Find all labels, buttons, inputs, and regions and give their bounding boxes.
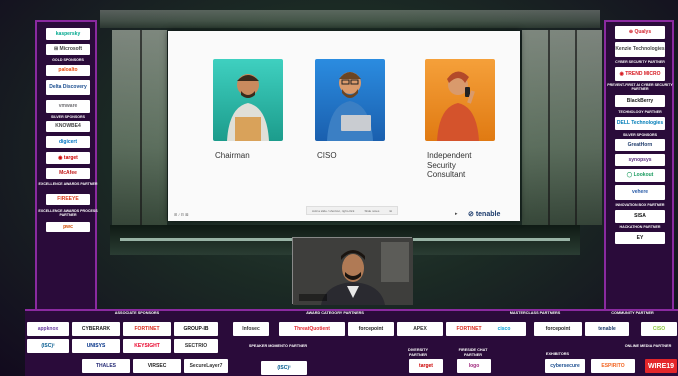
right-panel-section-label: TECHNOLOGY PARTNER (618, 110, 662, 114)
right-panel-logo[interactable]: synopsys (615, 154, 665, 166)
bottom-bar-logo[interactable]: (ISC)² (261, 361, 307, 375)
left-panel-logo[interactable]: digicert (46, 136, 90, 148)
role-label-ciso: CISO (317, 151, 337, 160)
bottom-bar-section-label: DIVERSITY PARTNER (407, 348, 429, 357)
bottom-bar-logo[interactable]: logo (457, 359, 491, 373)
ciso-avatar-icon (327, 72, 373, 141)
bottom-bar-section-label: SPEAKER MOMENTO PARTNER (248, 344, 308, 348)
right-panel-logo[interactable]: ◯ Lookout (615, 169, 665, 182)
bottom-bar-logo[interactable]: (ISC)² (27, 339, 69, 353)
bottom-bar-logo[interactable]: Infosec (233, 322, 269, 336)
left-panel-logo[interactable]: vmware (46, 100, 90, 113)
right-panel-logo[interactable]: ◉ TREND MICRO (615, 67, 665, 81)
right-panel-logo[interactable]: ⊕ Qualys (615, 26, 665, 39)
bottom-bar-logo[interactable]: KEYSIGHT (123, 339, 171, 353)
bottom-bar-logo[interactable]: UNISYS (72, 339, 120, 353)
virtual-event-stage: kaspersky ⊞ Microsoft GOLD SPONSORS paloalt… (0, 0, 678, 376)
window-mullion (575, 30, 577, 225)
bottom-bar-logo[interactable]: THALES (82, 359, 130, 373)
left-panel-section-label: SILVER SPONSORS (50, 115, 86, 119)
left-panel-logo[interactable]: paloalto (46, 65, 90, 76)
bottom-bar-section-label: AWARD CATEGORY PARTNERS (306, 311, 364, 315)
bottom-bar-section-label: ONLINE MEDIA PARTNER (624, 344, 672, 348)
background-window (100, 10, 600, 28)
bottom-bar-logo[interactable]: ThreatQuotient (279, 322, 345, 336)
bottom-bar-logo[interactable]: VIRSEC (133, 359, 181, 373)
bottom-bar-section-label: FIRESIDE CHAT PARTNER (458, 348, 488, 357)
bottom-bar-section-label: EXHIBITORS (545, 352, 570, 356)
bottom-bar-logo[interactable]: appknox (27, 322, 69, 336)
bottom-bar-logo[interactable]: SecureLayer7 (184, 359, 228, 373)
bottom-bar-logo[interactable]: SECTRIO (174, 339, 218, 353)
bottom-bar-logo[interactable]: tenable (585, 322, 629, 336)
right-panel-logo[interactable]: EY (615, 232, 665, 244)
right-panel-section-label: CYBER SECURITY PARTNER (615, 60, 665, 64)
slide-toolbar-notes[interactable]: Slide notes (365, 209, 380, 213)
slide-editor-toolbar[interactable]: Add a slide / shortcut, right-click Slid… (306, 206, 398, 215)
bottom-bar-logo[interactable]: APEX (397, 322, 443, 336)
bottom-bar-logo[interactable]: GROUP-IB (174, 322, 218, 336)
bottom-bar-section-label: COMMUNITY PARTNER (611, 311, 654, 315)
right-panel-section-label: PREVENT-FIRST AI CYBER SECURITY PARTNER (607, 83, 673, 92)
tenable-logo-icon: ⊘ (468, 211, 474, 218)
chairman-avatar-icon (227, 74, 269, 141)
window-mullion (548, 30, 550, 225)
slide-footer-icons: ⊞ / ⊟ ⊠ (174, 212, 189, 217)
left-panel-logo[interactable]: ⊞ Microsoft (46, 44, 90, 55)
slide-toolbar-hint: Add a slide / shortcut, right-click (312, 208, 355, 213)
left-panel-logo[interactable]: ◉ target (46, 152, 90, 164)
bottom-sponsor-bar: ASSOCIATE SPONSORS AWARD CATEGORY PARTNER… (25, 309, 678, 376)
speaker-webcam-icon (293, 238, 413, 305)
bottom-bar-logo[interactable]: cybersecure (545, 359, 585, 373)
left-panel-section-label: EXCELLENCE AWARDS PROCESS PARTNER (38, 209, 98, 218)
background-window (522, 30, 602, 225)
right-panel-logo[interactable]: SISA (615, 210, 665, 223)
left-panel-logo[interactable]: KNOWBE4 (46, 121, 90, 132)
bottom-bar-logo[interactable]: target (409, 359, 443, 373)
tenable-brand-text: tenable (475, 211, 501, 218)
consultant-avatar-icon (437, 71, 479, 141)
right-panel-logo[interactable]: Kenzie Technologies (615, 42, 665, 57)
right-panel-logo[interactable]: BlackBerry (615, 95, 665, 107)
right-panel-section-label: INNOVATION BOX PARTNER (615, 203, 665, 207)
bottom-bar-logo[interactable]: CYBERARK (72, 322, 120, 336)
slide-toolbar-grid-icon[interactable]: ⊞ (389, 209, 392, 213)
tenable-brand: ⊘ tenable (468, 210, 500, 218)
speaker-webcam[interactable] (292, 237, 413, 305)
consultant-avatar-tile (425, 59, 495, 141)
right-panel-logo[interactable]: GreatHorn (615, 139, 665, 151)
right-panel-logo[interactable]: vehere (615, 185, 665, 200)
left-panel-logo[interactable]: McAfee (46, 168, 90, 179)
window-mullion (140, 30, 142, 225)
presentation-slide: Chairman CISO Independent Security Consu… (168, 31, 520, 221)
bottom-bar-logo[interactable]: WIRE19 (645, 359, 677, 373)
bottom-bar-logo[interactable]: cisco (482, 322, 526, 336)
bottom-bar-section-label: ASSOCIATE SPONSORS (114, 311, 160, 315)
left-panel-logo[interactable]: pwc (46, 222, 90, 232)
bottom-bar-logo[interactable]: FORTINET (123, 322, 171, 336)
right-panel-section-label: HACKATHON PARTNER (619, 225, 661, 229)
role-label-consultant: Independent Security Consultant (427, 151, 472, 180)
role-label-chairman: Chairman (215, 151, 250, 160)
chairman-avatar-tile (213, 59, 283, 141)
bottom-bar-logo[interactable]: ESPIRITO (591, 359, 635, 373)
bottom-bar-section-label: MASTERCLASS PARTNERS (509, 311, 561, 315)
bottom-bar-logo[interactable]: forcepoint (534, 322, 582, 336)
bottom-bar-logo[interactable]: forcepoint (348, 322, 394, 336)
right-panel-logo[interactable]: DELL Technologies (615, 117, 665, 130)
left-panel-logo[interactable]: FIREEYE (46, 194, 90, 205)
left-sponsor-panel: kaspersky ⊞ Microsoft GOLD SPONSORS paloalt… (35, 20, 98, 318)
bottom-bar-logo[interactable]: CISO (641, 322, 677, 336)
left-panel-section-label: EXCELLENCE AWARDS PARTNER (38, 182, 98, 186)
left-panel-logo[interactable]: Delta Discovery (46, 80, 90, 95)
ciso-avatar-tile (315, 59, 385, 141)
right-panel-section-label: SILVER SPONSORS (622, 133, 658, 137)
slide-arrow-icon: ▸ (455, 211, 458, 217)
left-panel-section-label: GOLD SPONSORS (52, 58, 84, 62)
right-sponsor-panel: ⊕ Qualys Kenzie Technologies CYBER SECURIT… (604, 20, 674, 318)
left-panel-logo[interactable]: kaspersky (46, 28, 90, 40)
